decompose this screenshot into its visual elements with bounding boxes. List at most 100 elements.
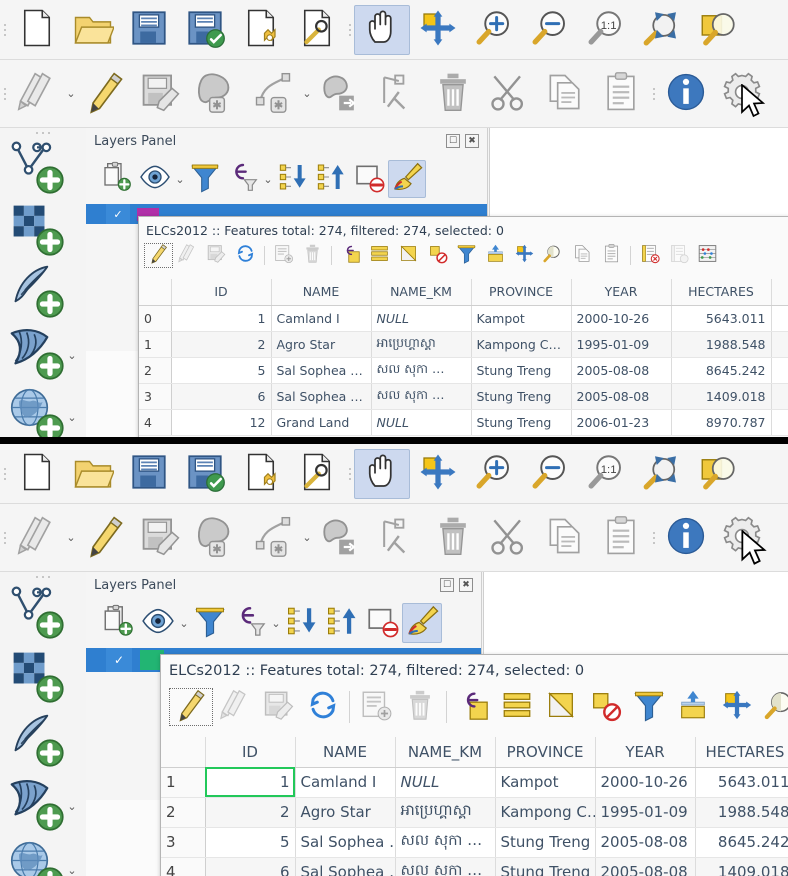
copy-selected-rows-button[interactable] (568, 243, 597, 268)
toggle-multi-edit-button[interactable] (173, 243, 202, 268)
zoom-in-button[interactable] (466, 449, 522, 499)
cell-name-km[interactable]: សល សុកា … (371, 383, 472, 410)
copy-features-button[interactable] (537, 69, 593, 119)
cell-hectares[interactable]: 1988.548 (671, 331, 772, 358)
cell-name-km[interactable]: សល សុកា … (395, 827, 496, 858)
new-field-button[interactable] (664, 243, 693, 268)
delete-field-button[interactable] (635, 243, 664, 268)
column-header-name[interactable]: NAME (295, 737, 396, 768)
chevron-down-icon[interactable]: ⌄ (66, 350, 78, 361)
save-layer-edits-button[interactable] (133, 69, 189, 119)
select-all-button[interactable] (365, 243, 394, 268)
save-project-button[interactable] (121, 449, 177, 499)
add-vector-layer-button[interactable] (8, 138, 78, 200)
chevron-down-icon[interactable]: ⌄ (65, 532, 77, 543)
row-number-cell[interactable]: 4 (161, 857, 206, 876)
column-header-name_km[interactable]: NAME_KM (395, 737, 496, 768)
toolbar-grip[interactable] (649, 81, 658, 107)
row-number-cell[interactable]: 4 (139, 409, 172, 436)
cell-year[interactable]: 2005-08-08 (571, 383, 672, 410)
cell-province[interactable]: Stung Treng (471, 409, 572, 436)
chevron-down-icon[interactable]: ⌄ (66, 412, 78, 423)
toolbar-grip[interactable] (0, 461, 9, 487)
cell-id[interactable]: 5 (171, 357, 272, 384)
sidebar-grip[interactable] (31, 572, 55, 582)
save-project-as-button[interactable] (177, 449, 233, 499)
expand-all-button[interactable] (282, 603, 322, 643)
chevron-down-icon[interactable]: ⌄ (301, 532, 313, 543)
cell-province[interactable]: Stung Treng (471, 383, 572, 410)
paste-features-button[interactable] (593, 513, 649, 563)
cell-hectares[interactable]: 5643.011 (695, 767, 788, 798)
table-row[interactable]: 2 2 Agro Star អាប្រេហ្គាស្គា Kampong C… 1995-… (161, 797, 788, 828)
toolbar-grip[interactable] (649, 525, 658, 551)
attribute-table-grid-container[interactable]: IDNAMENAME_KMPROVINCEYEARHECTARESH 01Cam… (139, 279, 788, 437)
save-project-button[interactable] (121, 5, 177, 55)
row-number-cell[interactable]: 2 (161, 797, 206, 828)
open-layer-styling-button[interactable] (98, 160, 136, 198)
cell-id[interactable]: 2 (171, 331, 272, 358)
pan-to-selection-button[interactable] (410, 449, 466, 499)
new-project-button[interactable] (9, 5, 65, 55)
expand-all-button[interactable] (274, 160, 312, 198)
cell-name-km[interactable]: NULL (371, 305, 472, 332)
cell-name[interactable]: Sal Sophea … (295, 827, 396, 858)
cell-province[interactable]: Stung Treng (495, 857, 596, 876)
add-raster-layer-button[interactable] (8, 646, 78, 710)
add-delimited-text-layer-button[interactable] (8, 710, 78, 774)
collapse-all-button[interactable] (312, 160, 350, 198)
current-edits-button[interactable] (9, 513, 65, 563)
layer-visibility-checkbox[interactable]: ✓ (106, 648, 132, 672)
copy-features-button[interactable] (537, 513, 593, 563)
pan-map-button[interactable] (354, 4, 410, 55)
column-header-hectares[interactable]: HECTARES (671, 279, 772, 306)
deselect-all-button[interactable] (423, 243, 452, 268)
paste-features-table-button[interactable] (597, 243, 626, 268)
column-header-year[interactable]: YEAR (595, 737, 696, 768)
add-polygon-button[interactable] (189, 69, 245, 119)
move-selection-to-top-button[interactable] (481, 243, 510, 268)
table-row[interactable]: 1 2 Agro Star អាប្រេហ្គាស្គា Kampong C… 1995-… (139, 331, 788, 358)
zoom-full-button[interactable] (634, 449, 690, 499)
open-layer-styling-button[interactable] (98, 603, 138, 643)
zoom-native-button[interactable]: 1:1 (578, 5, 634, 55)
cell-id[interactable]: 12 (171, 409, 272, 436)
cell-id[interactable]: 5 (205, 827, 296, 858)
cell-h[interactable] (771, 409, 788, 436)
zoom-out-button[interactable] (522, 5, 578, 55)
move-selection-to-top-button[interactable] (671, 688, 715, 726)
column-header-province[interactable]: PROVINCE (471, 279, 572, 306)
column-header-year[interactable]: YEAR (571, 279, 672, 306)
select-by-expression-button[interactable] (451, 688, 495, 726)
table-row[interactable]: 3 6 Sal Sophea … សល សុកា … Stung Treng 2005-0… (139, 383, 788, 410)
open-field-calculator-button[interactable] (693, 243, 722, 268)
chevron-down-icon[interactable]: ⌄ (270, 618, 282, 629)
row-number-cell[interactable]: 3 (161, 827, 206, 858)
zoom-in-button[interactable] (466, 5, 522, 55)
cell-name-km[interactable]: NULL (395, 767, 496, 798)
chevron-down-icon[interactable]: ⌄ (301, 88, 313, 99)
filter-form-button[interactable] (627, 688, 671, 726)
cell-province[interactable]: Kampong C… (495, 797, 596, 828)
cell-name-km[interactable]: អាប្រេហ្គាស្គា (395, 797, 496, 828)
toggle-editing-mode-button[interactable] (144, 243, 173, 268)
cut-features-button[interactable] (481, 513, 537, 563)
chevron-down-icon[interactable]: ⌄ (174, 174, 186, 185)
cell-province[interactable]: Stung Treng (471, 357, 572, 384)
cell-h[interactable] (771, 331, 788, 358)
chevron-down-icon[interactable]: ⌄ (262, 174, 274, 185)
cell-id[interactable]: 2 (205, 797, 296, 828)
toggle-multi-edit-button[interactable] (213, 688, 257, 726)
cell-hectares[interactable]: 5643.011 (671, 305, 772, 332)
row-number-cell[interactable]: 0 (139, 305, 172, 332)
remove-layer-button[interactable] (350, 160, 388, 198)
float-panel-icon[interactable]: ☐ (440, 578, 454, 592)
add-vector-layer-button[interactable] (8, 582, 78, 646)
open-project-button[interactable] (65, 449, 121, 499)
select-all-button[interactable] (495, 688, 539, 726)
save-project-as-button[interactable] (177, 5, 233, 55)
cell-name[interactable]: Sal Sophea … (295, 857, 396, 876)
row-number-cell[interactable]: 1 (161, 767, 206, 798)
row-number-cell[interactable]: 1 (139, 331, 172, 358)
invert-selection-button[interactable] (394, 243, 423, 268)
